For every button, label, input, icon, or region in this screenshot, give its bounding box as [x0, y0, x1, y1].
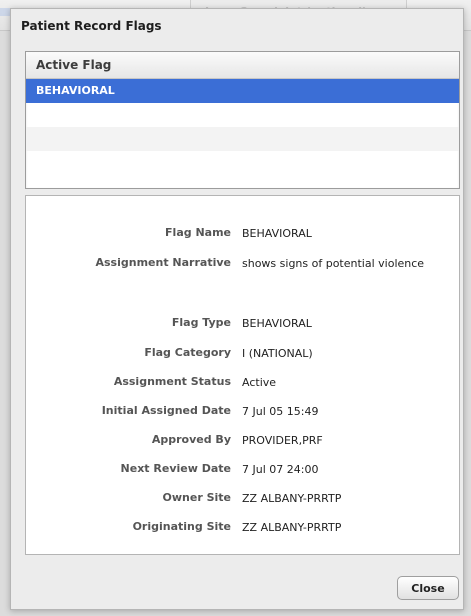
detail-value: Active: [242, 376, 277, 389]
close-button[interactable]: Close: [397, 576, 459, 600]
active-flag-list[interactable]: Active Flag BEHAVIORAL: [25, 51, 460, 189]
detail-value: I (NATIONAL): [242, 347, 313, 360]
detail-label: Approved By: [151, 433, 231, 446]
detail-value: 7 Jul 05 15:49: [242, 405, 319, 418]
flag-row-label: BEHAVIORAL: [36, 84, 115, 97]
flag-row-empty[interactable]: [26, 103, 459, 127]
detail-label: Flag Name: [165, 226, 231, 239]
detail-label: Next Review Date: [120, 462, 231, 475]
flag-row-empty[interactable]: [26, 127, 459, 151]
detail-label: Initial Assigned Date: [101, 404, 231, 417]
flag-row-empty[interactable]: [26, 151, 459, 175]
detail-label: Flag Category: [144, 346, 231, 359]
active-flag-column-label: Active Flag: [36, 58, 112, 72]
detail-value: BEHAVIORAL: [242, 317, 312, 330]
patient-record-flags-dialog: Patient Record Flags Active Flag BEHAVIO…: [10, 8, 464, 610]
detail-label: Assignment Narrative: [95, 256, 232, 269]
detail-value: BEHAVIORAL: [242, 227, 312, 240]
detail-value: ZZ ALBANY-PRRTP: [242, 521, 342, 534]
flag-details-panel: Flag Name BEHAVIORAL Assignment Narrativ…: [25, 195, 460, 555]
detail-value: 7 Jul 07 24:00: [242, 463, 319, 476]
dialog-title: Patient Record Flags: [21, 19, 162, 33]
detail-label: Owner Site: [162, 491, 231, 504]
detail-value: PROVIDER,PRF: [242, 434, 323, 447]
detail-label: Originating Site: [132, 520, 231, 533]
detail-value: shows signs of potential violence: [242, 257, 425, 270]
flag-row-behavioral[interactable]: BEHAVIORAL: [26, 79, 459, 103]
detail-value: ZZ ALBANY-PRRTP: [242, 492, 342, 505]
detail-label: Assignment Status: [113, 375, 231, 388]
detail-label: Flag Type: [171, 316, 231, 329]
active-flag-column-header[interactable]: Active Flag: [26, 52, 459, 79]
